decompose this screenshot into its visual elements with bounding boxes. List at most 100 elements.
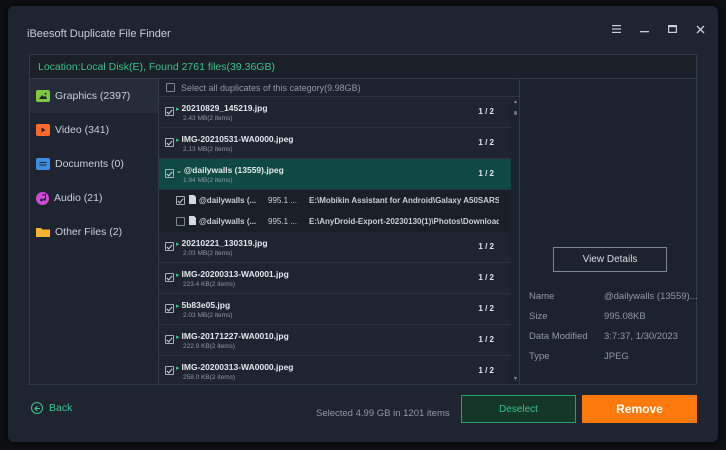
detail-value: 995.08KB	[604, 311, 646, 322]
deselect-button[interactable]: Deselect	[461, 395, 576, 423]
documents-icon	[36, 158, 50, 170]
expand-arrow-icon[interactable]: ▸	[176, 365, 180, 372]
duplicate-groups-list: ▸ 20210829_145219.jpg 2.43 MB(2 items) 1 …	[159, 97, 511, 384]
group-count: 1 / 2	[478, 335, 494, 344]
group-size: 1.94 MB(2 items)	[183, 177, 233, 184]
group-size: 2.13 MB(2 items)	[183, 146, 233, 153]
file-details-panel: View Details Name @dailywalls (13559)...…	[520, 79, 698, 384]
group-name: ▸ IMG-20200313-WA0000.jpeg	[176, 362, 294, 372]
group-count: 1 / 2	[478, 169, 494, 178]
group-size: 223.4 KB(2 items)	[183, 281, 236, 288]
group-name: ▸ 5b83e05.jpg	[176, 300, 231, 310]
duplicate-group-row[interactable]: ▸ IMG-20200313-WA0001.jpg 223.4 KB(2 item…	[159, 263, 511, 294]
category-video[interactable]: Video (341)	[30, 113, 158, 147]
group-checkbox[interactable]	[165, 366, 174, 375]
view-details-button[interactable]: View Details	[553, 247, 667, 272]
group-checkbox[interactable]	[165, 335, 174, 344]
group-size: 2.43 MB(2 items)	[183, 115, 233, 122]
expand-arrow-icon[interactable]: ▸	[176, 303, 180, 310]
category-label: Documents (0)	[55, 158, 124, 170]
video-icon	[36, 124, 50, 136]
group-name: ▸ 20210829_145219.jpg	[176, 103, 268, 113]
group-checkbox[interactable]	[165, 138, 174, 147]
detail-value: JPEG	[604, 351, 629, 362]
file-path: E:\AnyDroid-Export-20230130(1)\Photos\Do…	[309, 217, 499, 226]
remove-button[interactable]: Remove	[582, 395, 697, 423]
group-name: ▸ IMG-20200313-WA0001.jpg	[176, 269, 289, 279]
duplicate-group-row[interactable]: ▸ IMG-20200313-WA0000.jpeg 258.0 KB(2 ite…	[159, 356, 511, 384]
back-label: Back	[49, 402, 73, 414]
duplicate-group-row[interactable]: ▸ 20210829_145219.jpg 2.43 MB(2 items) 1 …	[159, 97, 511, 128]
category-label: Other Files (2)	[55, 226, 123, 238]
category-label: Video (341)	[55, 124, 110, 136]
file-name: @dailywalls (...	[199, 217, 257, 226]
duplicate-group-row-selected[interactable]: ⌄ @dailywalls (13559).jpeg 1.94 MB(2 item…	[159, 159, 511, 190]
expand-arrow-icon[interactable]: ▸	[176, 334, 180, 341]
file-size: 995.1 ...	[268, 196, 297, 205]
footer-bar: Back Selected 4.99 GB in 1201 items Dese…	[8, 385, 718, 442]
group-checkbox[interactable]	[165, 169, 174, 178]
duplicate-group-row[interactable]: ▸ 5b83e05.jpg 2.03 MB(2 items) 1 / 2	[159, 294, 511, 325]
select-all-label: Select all duplicates of this category(9…	[181, 82, 361, 93]
group-count: 1 / 2	[478, 242, 494, 251]
expand-arrow-icon[interactable]: ▸	[176, 272, 180, 279]
category-documents[interactable]: Documents (0)	[30, 147, 158, 181]
collapse-arrow-icon[interactable]: ⌄	[176, 168, 182, 175]
detail-value: 3:7:37, 1/30/2023	[604, 331, 678, 342]
scroll-thumb[interactable]	[514, 111, 517, 115]
file-size: 995.1 ...	[268, 217, 297, 226]
duplicate-group-row[interactable]: ▸ IMG-20171227-WA0010.jpg 222.9 KB(2 item…	[159, 325, 511, 356]
menu-icon[interactable]	[608, 22, 624, 36]
app-window: iBeesoft Duplicate File Finder Location:…	[8, 6, 718, 442]
group-name: ⌄ @dailywalls (13559).jpeg	[176, 165, 284, 175]
category-sidebar: Graphics (2397) Video (341) Documents (0…	[30, 79, 158, 384]
group-name: ▸ IMG-20171227-WA0010.jpg	[176, 331, 289, 341]
minimize-icon[interactable]	[636, 22, 652, 36]
select-all-checkbox[interactable]	[166, 83, 175, 92]
group-count: 1 / 2	[478, 304, 494, 313]
duplicate-file-row[interactable]: @dailywalls (... 995.1 ... E:\Mobikin As…	[159, 190, 511, 211]
group-name: ▸ 20210221_130319.jpg	[176, 238, 268, 248]
scroll-up-icon[interactable]: ▲	[513, 99, 518, 105]
expand-arrow-icon[interactable]: ▸	[176, 137, 180, 144]
category-graphics[interactable]: Graphics (2397)	[30, 79, 158, 113]
category-other-files[interactable]: Other Files (2)	[30, 215, 158, 249]
detail-label: Name	[529, 291, 555, 302]
app-title: iBeesoft Duplicate File Finder	[27, 28, 171, 40]
duplicate-group-row[interactable]: ▸ 20210221_130319.jpg 2.03 MB(2 items) 1 …	[159, 232, 511, 263]
duplicate-file-row[interactable]: @dailywalls (... 995.1 ... E:\AnyDroid-E…	[159, 211, 511, 232]
file-checkbox[interactable]	[176, 196, 185, 205]
category-label: Audio (21)	[54, 192, 103, 204]
list-scrollbar[interactable]: ▲ ▼	[512, 97, 519, 384]
category-audio[interactable]: Audio (21)	[30, 181, 158, 215]
file-path: E:\Mobikin Assistant for Android\Galaxy …	[309, 196, 499, 205]
maximize-icon[interactable]	[664, 22, 680, 36]
file-icon	[189, 195, 196, 206]
file-checkbox[interactable]	[176, 217, 185, 226]
select-all-row[interactable]: Select all duplicates of this category(9…	[159, 79, 519, 97]
group-count: 1 / 2	[478, 273, 494, 282]
group-checkbox[interactable]	[165, 304, 174, 313]
expand-arrow-icon[interactable]: ▸	[176, 241, 180, 248]
main-panel: Location:Local Disk(E), Found 2761 files…	[29, 54, 698, 385]
group-checkbox[interactable]	[165, 273, 174, 282]
group-size: 2.03 MB(2 items)	[183, 250, 233, 257]
detail-value: @dailywalls (13559)...	[604, 291, 698, 302]
detail-label: Size	[529, 311, 548, 322]
file-icon	[189, 216, 196, 227]
back-button[interactable]: Back	[31, 402, 72, 414]
folder-icon	[36, 226, 50, 238]
group-count: 1 / 2	[478, 107, 494, 116]
category-label: Graphics (2397)	[55, 90, 131, 102]
file-name: @dailywalls (...	[199, 196, 257, 205]
scroll-down-icon[interactable]: ▼	[513, 376, 518, 382]
group-checkbox[interactable]	[165, 242, 174, 251]
image-icon	[36, 90, 50, 102]
expand-arrow-icon[interactable]: ▸	[176, 106, 180, 113]
group-checkbox[interactable]	[165, 107, 174, 116]
group-size: 2.03 MB(2 items)	[183, 312, 233, 319]
selection-summary: Selected 4.99 GB in 1201 items	[316, 408, 450, 419]
location-summary: Location:Local Disk(E), Found 2761 files…	[30, 55, 696, 79]
close-icon[interactable]	[692, 22, 708, 36]
duplicate-group-row[interactable]: ▸ IMG-20210531-WA0000.jpeg 2.13 MB(2 item…	[159, 128, 511, 159]
